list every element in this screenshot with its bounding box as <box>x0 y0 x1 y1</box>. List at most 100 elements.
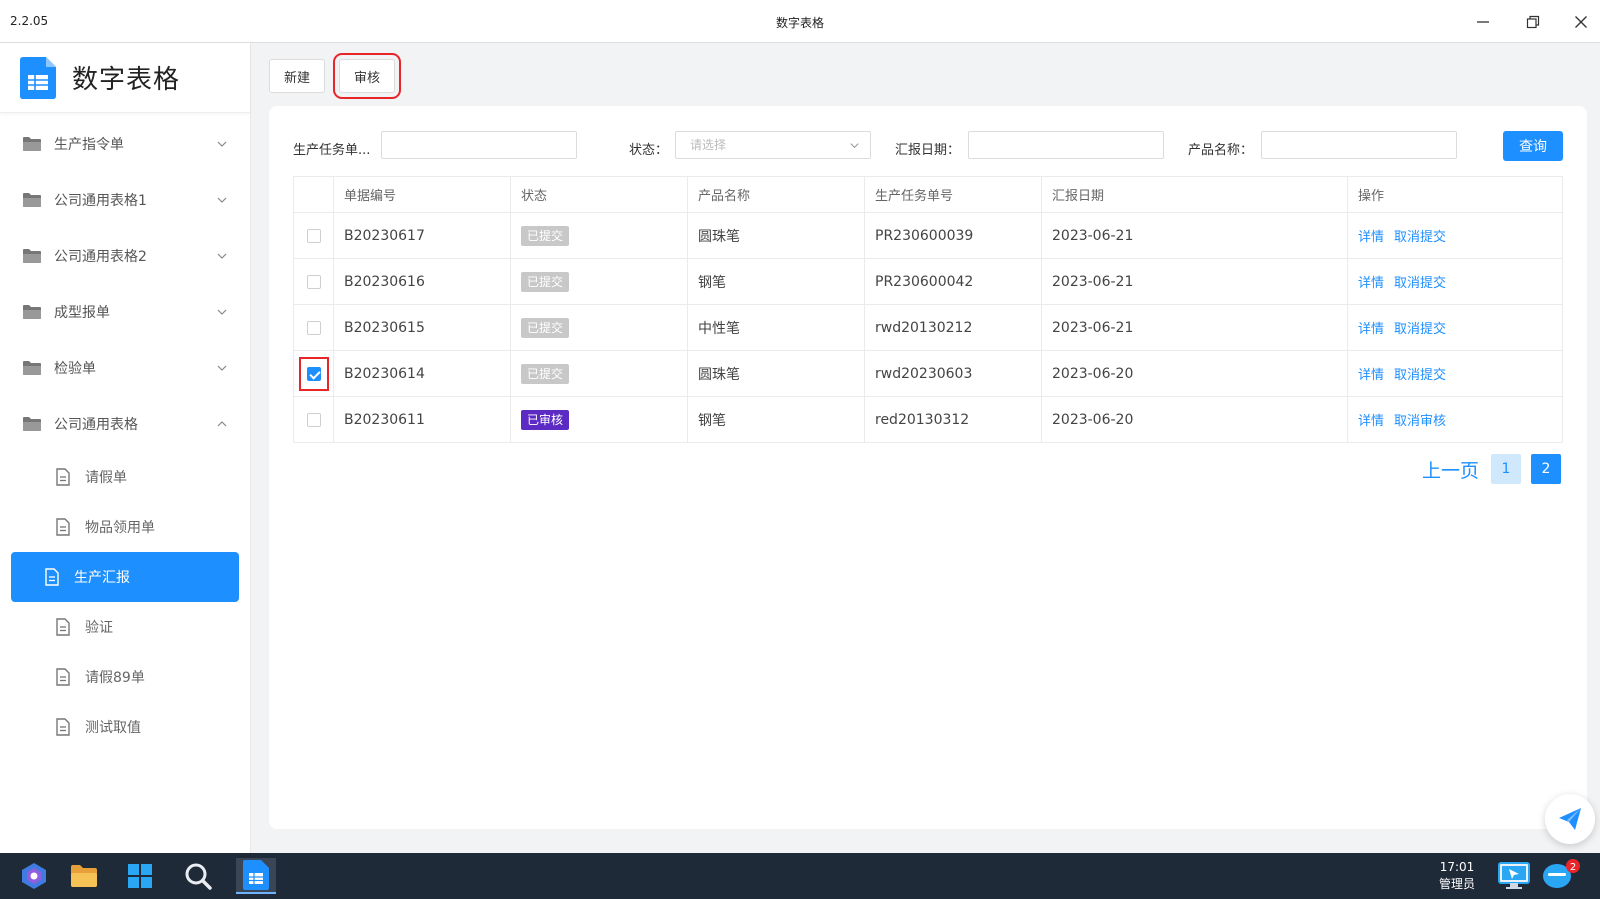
search-icon <box>185 863 212 890</box>
row-checkbox[interactable] <box>306 320 321 335</box>
cancel-submit-link[interactable]: 取消提交 <box>1394 322 1446 337</box>
sidebar-item-label: 物品领用单 <box>85 520 155 536</box>
minimize-button[interactable] <box>1468 8 1498 36</box>
sidebar-group-label: 成型报单 <box>54 305 110 321</box>
cell-report-date: 2023-06-21 <box>1041 304 1348 351</box>
sidebar-item-item-requisition[interactable]: 物品领用单 <box>11 502 239 552</box>
sidebar-group-label: 公司通用表格 <box>54 417 138 433</box>
floating-send-button[interactable] <box>1545 794 1595 844</box>
cell-code: B20230617 <box>333 212 511 259</box>
page-2-button[interactable]: 2 <box>1531 454 1561 484</box>
cell-code: B20230614 <box>333 350 511 397</box>
sidebar-group-molding-report[interactable]: 成型报单 <box>0 284 250 340</box>
sidebar-group-label: 生产指令单 <box>54 137 124 153</box>
chevron-down-icon <box>217 309 227 315</box>
current-user: 管理员 <box>1438 877 1475 891</box>
detail-link[interactable]: 详情 <box>1358 322 1384 337</box>
audit-button[interactable]: 审核 <box>333 53 402 99</box>
table-row: B20230614 已提交 圆珠笔 rwd20230603 2023-06-20… <box>293 350 1563 397</box>
cell-task-no: red20130312 <box>864 396 1042 443</box>
sidebar-group-common-form-1[interactable]: 公司通用表格1 <box>0 172 250 228</box>
column-header-status: 状态 <box>510 176 688 213</box>
cell-code: B20230611 <box>333 396 511 443</box>
sidebar-group-common-form[interactable]: 公司通用表格 <box>0 396 250 452</box>
table-row: B20230616 已提交 钢笔 PR230600042 2023-06-21 … <box>293 258 1563 305</box>
app-grid-icon <box>128 864 152 888</box>
search-button[interactable] <box>178 858 218 894</box>
sidebar-group-production-order[interactable]: 生产指令单 <box>0 116 250 172</box>
chevron-down-icon <box>217 141 227 147</box>
cancel-submit-link[interactable]: 取消提交 <box>1394 230 1446 245</box>
sidebar-group-common-form-2[interactable]: 公司通用表格2 <box>0 228 250 284</box>
product-name-input[interactable] <box>1261 131 1457 159</box>
page-1-button[interactable]: 1 <box>1491 454 1521 484</box>
cell-product: 钢笔 <box>687 396 865 443</box>
detail-link[interactable]: 详情 <box>1358 414 1384 429</box>
column-header-actions: 操作 <box>1347 176 1563 213</box>
query-button[interactable]: 查询 <box>1503 131 1563 161</box>
cell-product: 钢笔 <box>687 258 865 305</box>
sidebar-item-label: 请假89单 <box>85 670 145 686</box>
task-no-label: 生产任务单... <box>293 143 371 158</box>
detail-link[interactable]: 详情 <box>1358 230 1384 245</box>
column-header-task-no: 生产任务单号 <box>864 176 1042 213</box>
chat-bubble-icon: 2 <box>1543 859 1580 888</box>
taskbar: 17:01 管理员 2 <box>0 853 1600 899</box>
row-checkbox[interactable] <box>306 412 321 427</box>
row-checkbox-checked[interactable] <box>306 366 321 381</box>
document-icon <box>45 568 59 586</box>
cell-code: B20230615 <box>333 304 511 351</box>
folder-icon <box>23 193 41 207</box>
sidebar-item-test-value[interactable]: 测试取值 <box>11 702 239 752</box>
restore-button[interactable] <box>1518 8 1548 36</box>
taskbar-spreadsheet-app[interactable] <box>236 858 276 894</box>
sidebar: 数字表格 生产指令单 公司通用表格1 公司通用表格2 成型报单 检验单 公司通用… <box>0 43 251 853</box>
cell-product: 中性笔 <box>687 304 865 351</box>
chat-notification-button[interactable]: 2 <box>1540 858 1580 894</box>
close-button[interactable] <box>1566 8 1596 36</box>
table-row: B20230615 已提交 中性笔 rwd20130212 2023-06-21… <box>293 304 1563 351</box>
detail-link[interactable]: 详情 <box>1358 368 1384 383</box>
cancel-submit-link[interactable]: 取消提交 <box>1394 368 1446 383</box>
pagination: 上一页 1 2 <box>1422 454 1561 484</box>
sidebar-item-production-report[interactable]: 生产汇报 <box>11 552 239 602</box>
column-header-product: 产品名称 <box>687 176 865 213</box>
task-no-input[interactable] <box>381 131 577 159</box>
app-grid-button[interactable] <box>120 858 160 894</box>
sidebar-item-verification[interactable]: 验证 <box>11 602 239 652</box>
folder-icon <box>71 865 97 887</box>
cell-task-no: rwd20230603 <box>864 350 1042 397</box>
toolbar: 新建 审核 <box>269 53 402 99</box>
row-checkbox[interactable] <box>306 228 321 243</box>
status-label: 状态： <box>629 143 669 158</box>
report-date-label: 汇报日期： <box>895 143 961 158</box>
prev-page-button[interactable]: 上一页 <box>1422 456 1479 483</box>
cancel-audit-link[interactable]: 取消审核 <box>1394 414 1446 429</box>
detail-link[interactable]: 详情 <box>1358 276 1384 291</box>
table-row: B20230617 已提交 圆珠笔 PR230600039 2023-06-21… <box>293 212 1563 259</box>
chevron-down-icon <box>217 365 227 371</box>
document-icon <box>56 468 70 486</box>
sidebar-group-label: 公司通用表格2 <box>54 249 147 265</box>
cell-report-date: 2023-06-21 <box>1041 212 1348 259</box>
remote-desktop-button[interactable] <box>1494 858 1534 894</box>
cell-report-date: 2023-06-20 <box>1041 396 1348 443</box>
sidebar-item-leave-89-form[interactable]: 请假89单 <box>11 652 239 702</box>
cancel-submit-link[interactable]: 取消提交 <box>1394 276 1446 291</box>
sidebar-group-label: 公司通用表格1 <box>54 193 147 209</box>
product-name-label: 产品名称： <box>1188 143 1254 158</box>
brand: 数字表格 <box>0 43 250 113</box>
sidebar-item-label: 生产汇报 <box>74 570 130 586</box>
status-badge: 已提交 <box>521 225 570 246</box>
spreadsheet-logo-icon <box>20 56 56 99</box>
sidebar-group-inspection[interactable]: 检验单 <box>0 340 250 396</box>
row-checkbox[interactable] <box>306 274 321 289</box>
new-button[interactable]: 新建 <box>269 59 326 93</box>
report-table: 单据编号 状态 产品名称 生产任务单号 汇报日期 操作 B20230617 已提… <box>293 176 1563 443</box>
cell-product: 圆珠笔 <box>687 350 865 397</box>
start-button[interactable] <box>14 858 54 894</box>
report-date-input[interactable] <box>968 131 1164 159</box>
status-select[interactable]: 请选择 <box>675 131 871 159</box>
sidebar-item-leave-form[interactable]: 请假单 <box>11 452 239 502</box>
file-explorer-button[interactable] <box>64 858 104 894</box>
